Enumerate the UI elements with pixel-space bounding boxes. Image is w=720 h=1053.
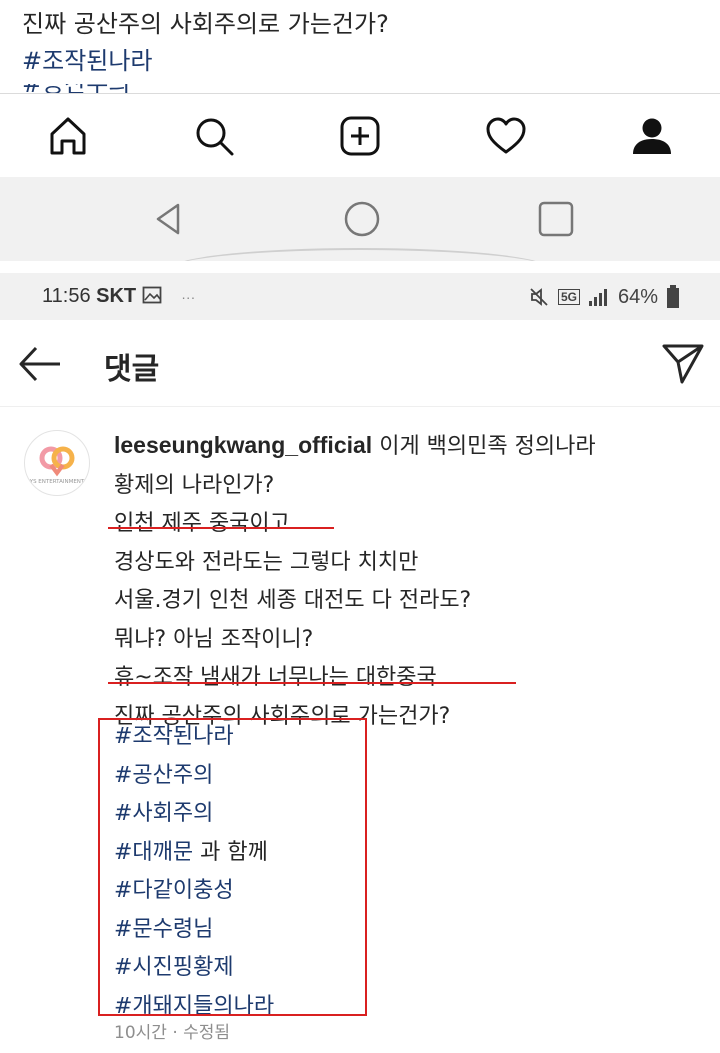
direct-send-icon[interactable] bbox=[660, 340, 706, 386]
status-carrier: SKT bbox=[96, 285, 137, 307]
comment-line: 경상도와 전라도는 그렇다 치치만 bbox=[114, 549, 419, 575]
back-arrow-icon[interactable] bbox=[16, 342, 64, 386]
previous-comment-line: 진짜 공산주의 사회주의로 가는건가? bbox=[22, 10, 389, 38]
mute-icon bbox=[530, 288, 548, 306]
battery-percent: 64% bbox=[617, 285, 658, 308]
search-icon[interactable] bbox=[190, 112, 238, 160]
comment-line: 뭐냐? 아님 조작이니? bbox=[114, 626, 314, 652]
previous-comment-text: 진짜 공산주의 사회주의로 가는건가? #조작된나라 bbox=[22, 6, 712, 80]
comments-header: 댓글 bbox=[0, 320, 720, 407]
status-overflow-dots: ··· bbox=[181, 289, 196, 305]
screenshot-separator bbox=[0, 261, 720, 273]
recent-square-icon[interactable] bbox=[534, 197, 578, 241]
status-time-group: 11:56 SKT ··· bbox=[42, 285, 195, 308]
avatar[interactable]: YS ENTERTAINMENT bbox=[24, 430, 90, 496]
page-title: 댓글 bbox=[104, 352, 160, 387]
comment-body: leeseungkwang_official 이게 백의민족 정의나라 황제의 … bbox=[114, 426, 714, 736]
bottom-nav-bar bbox=[0, 93, 720, 178]
profile-icon[interactable] bbox=[628, 112, 676, 160]
comment-line: 서울.경기 인천 세종 대전도 다 전라도? bbox=[114, 588, 472, 613]
red-underline-annotation bbox=[108, 682, 516, 684]
status-time: 11:56 bbox=[42, 285, 91, 307]
comment-username[interactable]: leeseungkwang_official bbox=[114, 432, 372, 458]
signal-icon bbox=[588, 289, 607, 306]
comment-line: 휴~조작 냄새가 너무나는 대한중국 bbox=[114, 665, 437, 690]
gallery-notification-icon bbox=[142, 286, 162, 304]
comment-first-line: leeseungkwang_official 이게 백의민족 정의나라 bbox=[114, 426, 714, 467]
comment-line: 인천 제주 중국이고 bbox=[114, 511, 290, 536]
add-post-icon[interactable] bbox=[336, 112, 384, 160]
status-bar: 11:56 SKT ··· 5G 64% bbox=[0, 273, 720, 320]
heart-icon[interactable] bbox=[482, 112, 530, 160]
back-triangle-icon[interactable] bbox=[146, 197, 190, 241]
battery-icon bbox=[667, 285, 679, 308]
home-circle-icon[interactable] bbox=[340, 197, 384, 241]
previous-hashtag[interactable]: #조작된나라 bbox=[22, 43, 712, 80]
comment-line: 황제의 나라인가? bbox=[114, 472, 275, 498]
red-underline-annotation bbox=[108, 527, 334, 529]
comment-meta: 10시간 · 수정됨 bbox=[114, 1023, 231, 1043]
comment-line: 이게 백의민족 정의나라 bbox=[379, 434, 596, 459]
home-icon[interactable] bbox=[44, 112, 92, 160]
red-box-annotation bbox=[98, 718, 367, 1016]
status-right-group: 5G 64% bbox=[528, 285, 680, 309]
svg-text:YS ENTERTAINMENT: YS ENTERTAINMENT bbox=[29, 479, 85, 485]
network-type-label: 5G bbox=[557, 289, 580, 305]
